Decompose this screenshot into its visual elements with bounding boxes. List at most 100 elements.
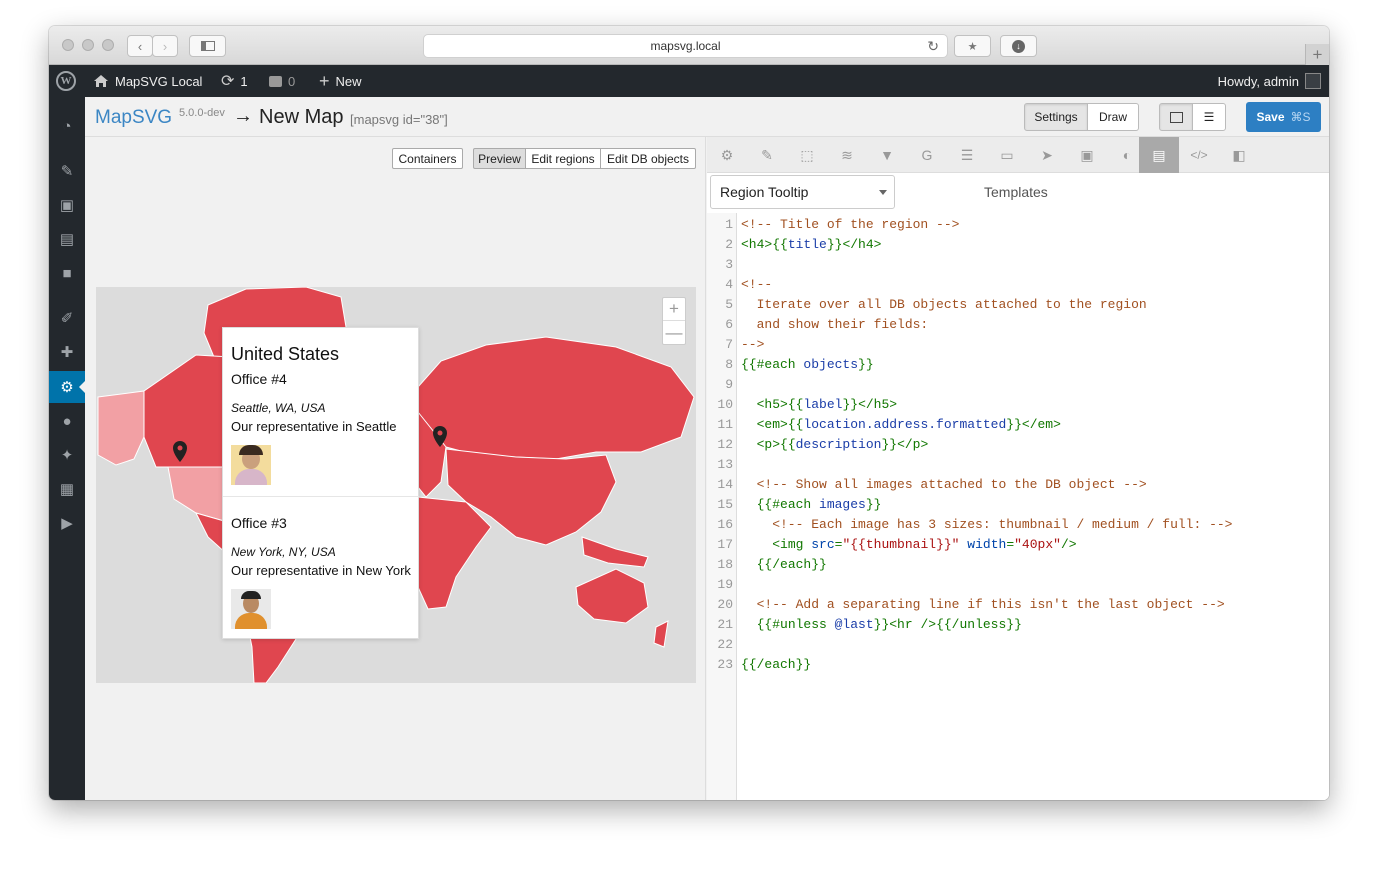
plus-icon: + [319, 70, 330, 91]
tab-layers[interactable]: ⬚ [787, 137, 827, 173]
code-line[interactable]: Iterate over all DB objects attached to … [741, 297, 1147, 312]
code-line[interactable]: <em>{{location.address.formatted}}</em> [741, 417, 1061, 432]
zoom-window-button[interactable] [102, 39, 114, 51]
code-line[interactable]: {{/each}} [741, 557, 827, 572]
tab-database[interactable]: ≋ [827, 137, 867, 173]
brush-icon: ✎ [761, 146, 773, 163]
code-line[interactable]: and show their fields: [741, 317, 929, 332]
draw-mode-button[interactable]: Draw [1087, 103, 1139, 131]
tab-google[interactable]: G [907, 137, 947, 173]
region-australia[interactable] [575, 568, 649, 624]
reload-icon[interactable]: ↻ [927, 38, 939, 55]
tab-templates[interactable]: ▤ [1139, 137, 1179, 173]
comments-link[interactable]: 0 [269, 65, 295, 97]
wordpress-logo[interactable]: W [56, 65, 76, 97]
settings-panel-button[interactable]: ☰ [1192, 103, 1226, 131]
code-line[interactable]: <h4>{{title}}</h4> [741, 237, 881, 252]
region-africa[interactable] [417, 496, 492, 610]
world-map[interactable]: + — United States Office #4 Seattle, WA,… [96, 287, 696, 683]
sidebar-item-plugins[interactable]: ✚ [49, 336, 85, 368]
tab-filters[interactable]: ▼ [867, 137, 907, 173]
tab-images[interactable]: ▣ [1067, 137, 1107, 173]
sidebar-item-settings[interactable]: ▦ [49, 473, 85, 505]
line-number: 5 [725, 297, 733, 312]
edit-db-objects-tab[interactable]: Edit DB objects [600, 148, 696, 169]
zoom-controls: + — [662, 297, 686, 345]
google-icon: G [921, 147, 933, 163]
code-line[interactable]: {{/each}} [741, 657, 811, 672]
object-description: Our representative in Seattle [231, 419, 397, 434]
tab-colors[interactable]: ✎ [747, 137, 787, 173]
map-view-button[interactable] [1159, 103, 1193, 131]
template-select[interactable]: Region Tooltip [710, 175, 895, 209]
line-number: 18 [717, 557, 733, 572]
sidebar-item-tools[interactable]: ✦ [49, 439, 85, 471]
account-menu[interactable]: Howdy, admin [1218, 65, 1321, 97]
sidebar-item-comments[interactable]: ■ [49, 257, 85, 289]
code-line[interactable]: {{#each images}} [741, 497, 882, 512]
region-russia[interactable] [415, 336, 695, 460]
code-line[interactable]: <h5>{{label}}</h5> [741, 397, 897, 412]
sidebar-item-mapsvg[interactable]: ⚙ [49, 371, 85, 403]
tab-general[interactable]: ⚙ [707, 137, 747, 173]
gear-icon: ⚙ [720, 146, 734, 163]
tab-css[interactable]: ◧ [1219, 137, 1259, 173]
code-line[interactable]: <img src="{{thumbnail}}" width="40px"/> [741, 537, 1076, 552]
sidebar-item-appearance[interactable]: ✐ [49, 302, 85, 334]
sidebar-toggle-button[interactable] [189, 35, 226, 57]
code-line[interactable]: <!-- Title of the region --> [741, 217, 959, 232]
wp-admin-sidebar: ◔ ✎ ▣ ▤ ■ ✐ ✚ ⚙ ● ✦ ▦ ▶ [49, 97, 85, 800]
dashboard-icon: ◔ [62, 117, 72, 135]
sidebar-item-dashboard[interactable]: ◔ [49, 110, 85, 142]
code-line[interactable]: {{#each objects}} [741, 357, 874, 372]
tab-javascript[interactable]: </> [1179, 137, 1219, 173]
filter-icon: ▼ [880, 147, 894, 163]
new-content-link[interactable]: + New [319, 65, 362, 97]
zoom-in-button[interactable]: + [663, 298, 685, 321]
site-name-link[interactable]: MapSVG Local [93, 65, 202, 97]
sidebar-item-collapse[interactable]: ▶ [49, 507, 85, 539]
region-indonesia[interactable] [581, 536, 649, 568]
line-number: 8 [725, 357, 733, 372]
gear-icon: ⚙ [60, 379, 74, 396]
downloads-button[interactable]: ↓ [1000, 35, 1037, 57]
sidebar-icon [200, 41, 215, 51]
code-line[interactable]: <!-- [741, 277, 772, 292]
title-arrow: → [233, 105, 253, 127]
wp-admin-bar: W MapSVG Local ⟳ 1 0 + New Howdy, admin [49, 65, 1329, 97]
bookmark-button[interactable]: ★ [954, 35, 991, 57]
code-line[interactable]: <!-- Each image has 3 sizes: thumbnail /… [741, 517, 1232, 532]
code-line[interactable]: {{#unless @last}}<hr />{{/unless}} [741, 617, 1022, 632]
save-button[interactable]: Save ⌘S [1246, 102, 1321, 132]
code-line[interactable]: <!-- Add a separating line if this isn't… [741, 597, 1225, 612]
region-alaska[interactable] [97, 390, 145, 466]
tab-actions[interactable]: ➤ [1027, 137, 1067, 173]
updates-link[interactable]: ⟳ 1 [221, 65, 248, 97]
sidebar-item-pages[interactable]: ▤ [49, 223, 85, 255]
code-line[interactable]: <p>{{description}}</p> [741, 437, 929, 452]
code-editor[interactable]: 1 2 3 4 5 6 7 8 9 10 11 12 13 14 15 16 17 18 19 20 21 22 23 <!… [707, 213, 1329, 800]
region-new-zealand[interactable] [653, 620, 669, 648]
containers-button[interactable]: Containers [392, 148, 463, 169]
line-number: 13 [717, 457, 733, 472]
code-line[interactable]: <!-- Show all images attached to the DB … [741, 477, 1147, 492]
play-icon: ▶ [61, 515, 73, 532]
sidebar-item-media[interactable]: ▣ [49, 189, 85, 221]
forward-button[interactable]: › [152, 35, 178, 57]
url-text: mapsvg.local [650, 39, 721, 53]
code-line[interactable]: --> [741, 337, 764, 352]
line-number: 1 [725, 217, 733, 232]
back-button[interactable]: ‹ [127, 35, 153, 57]
close-window-button[interactable] [62, 39, 74, 51]
preview-tab[interactable]: Preview [473, 148, 526, 169]
tab-directory[interactable]: ☰ [947, 137, 987, 173]
address-bar[interactable]: mapsvg.local ↻ [423, 34, 948, 58]
new-tab-button[interactable]: + [1305, 44, 1329, 65]
edit-regions-tab[interactable]: Edit regions [525, 148, 601, 169]
zoom-out-button[interactable]: — [663, 321, 685, 344]
sidebar-item-users[interactable]: ● [49, 405, 85, 437]
sidebar-item-posts[interactable]: ✎ [49, 155, 85, 187]
minimize-window-button[interactable] [82, 39, 94, 51]
tab-details[interactable]: ▭ [987, 137, 1027, 173]
settings-mode-button[interactable]: Settings [1024, 103, 1088, 131]
